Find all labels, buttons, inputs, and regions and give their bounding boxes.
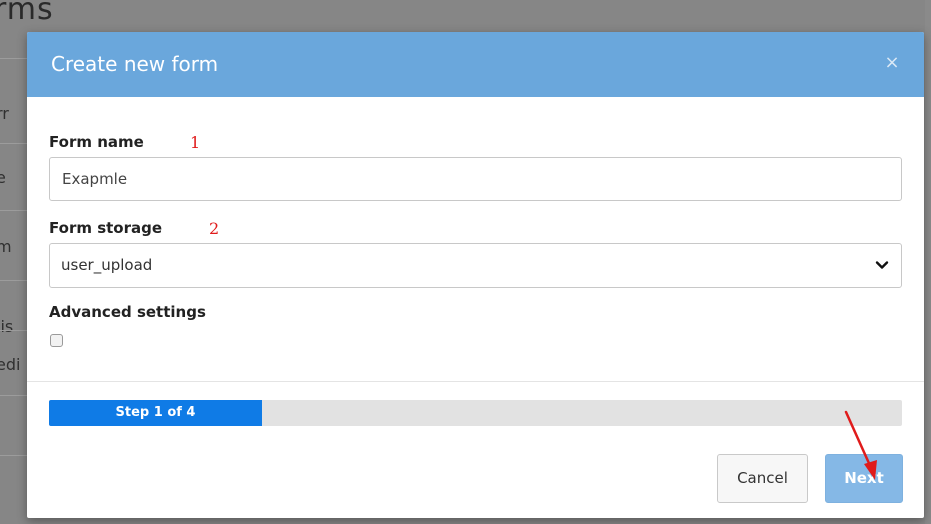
dialog-divider [27, 381, 924, 382]
background-cell: rr [0, 104, 9, 123]
dialog-title: Create new form [51, 52, 219, 76]
background-divider [0, 210, 28, 211]
background-divider [0, 280, 28, 281]
step-progress-bar: Step 1 of 4 [49, 400, 902, 426]
annotation-2: 2 [209, 219, 220, 238]
form-storage-label: Form storage [49, 219, 163, 237]
red-arrow-annotation [844, 410, 877, 480]
annotation-1: 1 [190, 133, 201, 152]
advanced-settings-checkbox[interactable] [50, 334, 63, 347]
form-name-input[interactable] [49, 157, 902, 201]
background-cell: m [0, 237, 12, 256]
chevron-down-icon [875, 261, 889, 269]
background-divider [0, 395, 28, 396]
dialog-header: Create new form × [27, 32, 924, 97]
background-page-title: rms [0, 0, 54, 27]
background-cell: lis [0, 317, 14, 336]
step-progress-text: Step 1 of 4 [115, 405, 196, 420]
create-form-dialog: Create new form × Form name 1 Form stora… [27, 32, 924, 518]
form-storage-select[interactable]: user_upload [49, 243, 902, 288]
advanced-settings-label: Advanced settings [49, 303, 206, 321]
background-divider [0, 143, 28, 144]
cancel-button[interactable]: Cancel [717, 454, 808, 503]
form-storage-selected-value: user_upload [61, 256, 153, 274]
background-edge [925, 0, 931, 524]
background-divider [0, 455, 28, 456]
background-cell: e [0, 168, 6, 187]
close-icon[interactable]: × [882, 53, 902, 73]
background-cell: edi [0, 355, 21, 374]
background-divider [0, 330, 28, 331]
background-divider [0, 58, 28, 59]
step-progress-fill: Step 1 of 4 [49, 400, 262, 426]
form-name-label: Form name [49, 133, 144, 151]
